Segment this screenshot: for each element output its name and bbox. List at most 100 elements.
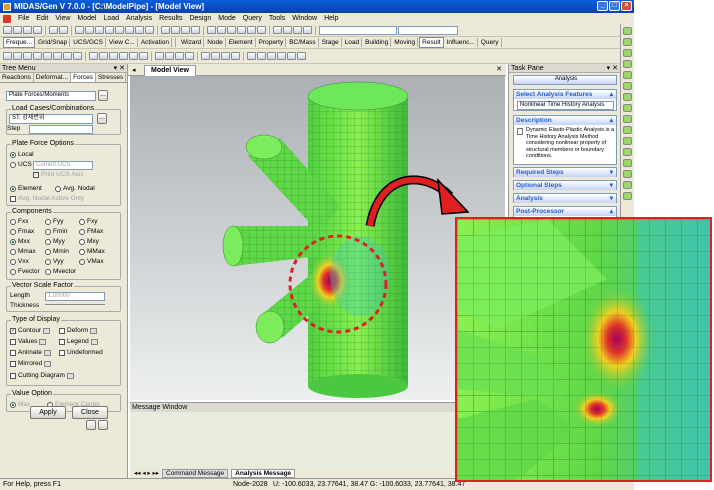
step-select[interactable] [29,125,93,134]
tool-5-icon[interactable] [623,71,632,79]
component-fxy[interactable]: Fxy [79,218,97,225]
result-type-select[interactable]: Plate Forces/Moments [6,91,96,101]
render-icon[interactable] [237,26,246,34]
mesh-icon[interactable] [129,52,138,60]
tab-deformations[interactable]: Deformat... [34,73,72,82]
message-nav-icon[interactable]: ◂◂ ◂ ▸ ▸▸ [134,469,159,477]
spring-icon[interactable] [165,52,174,60]
animate-checkbox[interactable]: Animate [10,349,51,356]
tab-stage[interactable]: Stage [320,38,342,47]
move-icon[interactable] [23,52,32,60]
close-button[interactable]: × [621,1,632,11]
extrude-icon[interactable] [139,52,148,60]
tab-analysis-message[interactable]: Analysis Message [231,468,296,478]
tool-4-icon[interactable] [623,60,632,68]
tab-moving[interactable]: Moving [392,38,419,47]
legend-checkbox[interactable]: Legend [59,338,98,345]
top-view-icon[interactable] [125,26,134,34]
values-settings-icon[interactable] [39,338,47,345]
deform-settings-icon[interactable] [90,327,98,334]
side-view-icon[interactable] [145,26,154,34]
task-category-select[interactable]: Analysis [513,75,617,85]
animate-settings-icon[interactable] [43,349,51,356]
refresh-icon[interactable] [293,26,302,34]
menu-view[interactable]: View [55,15,70,22]
load-case-select[interactable]: ST: 강제변위 [9,114,93,124]
select-icon[interactable] [161,26,170,34]
tool-11-icon[interactable] [623,137,632,145]
component-mmax-abs[interactable]: MMax [79,248,105,255]
tool-10-icon[interactable] [623,126,632,134]
legend-settings-icon[interactable] [90,338,98,345]
values-checkbox[interactable]: Values [10,338,47,345]
pin-close-icon[interactable]: ▾ ✕ [114,64,125,73]
menu-query[interactable]: Query [243,15,262,22]
stress-icon[interactable] [287,52,296,60]
tool-7-icon[interactable] [623,93,632,101]
component-mmin[interactable]: Mmin [45,248,69,255]
component-fmax[interactable]: Fmax [10,228,34,235]
table-export-icon[interactable] [86,420,96,430]
optional-steps-box[interactable]: Optional Steps ▾ [513,180,617,190]
analysis-box[interactable]: Analysis ▾ [513,193,617,203]
tool-6-icon[interactable] [623,82,632,90]
cutting-settings-icon[interactable] [66,372,74,379]
tab-property[interactable]: Property [257,38,287,47]
contour-checkbox[interactable]: ✓ Contour [10,327,51,334]
avg-nodal-active-checkbox[interactable]: Avg. Nodal Active Only [10,195,84,202]
fit-icon[interactable] [105,26,114,34]
component-fvector[interactable]: Fvector [10,268,40,275]
avg-nodal-radio[interactable]: Avg. Nodal [55,185,95,192]
pressure-icon[interactable] [211,52,220,60]
light-icon[interactable] [247,26,256,34]
component-vxx[interactable]: Vxx [10,258,29,265]
tab-bc-mass[interactable]: BC/Mass [287,38,319,47]
ucs-radio[interactable]: UCS [10,161,32,168]
node-number-icon[interactable] [273,26,282,34]
shade-icon[interactable] [217,26,226,34]
link-icon[interactable] [175,52,184,60]
tab-element[interactable]: Element [227,38,256,47]
display-icon[interactable] [257,26,266,34]
zoom-window-icon[interactable] [13,52,22,60]
tab-stresses[interactable]: Stresses [96,73,127,82]
copy-icon[interactable] [43,52,52,60]
tab-model-view[interactable]: Model View [144,65,196,76]
units-combo[interactable] [319,25,397,35]
document-icon[interactable] [3,14,11,23]
menu-edit[interactable]: Edit [36,15,48,22]
select-analysis-features-header[interactable]: Select Analysis Features ▴ [514,90,616,99]
delete-icon[interactable] [33,52,42,60]
component-fmin[interactable]: Fmin [45,228,67,235]
merge-icon[interactable] [73,52,82,60]
undo-icon[interactable] [49,26,58,34]
select-icon[interactable] [3,52,12,60]
menu-load[interactable]: Load [103,15,119,22]
tab-ucs-gcs[interactable]: UCS/GCS [71,38,106,47]
tool-13-icon[interactable] [623,159,632,167]
tool-15-icon[interactable] [623,181,632,189]
menu-analysis[interactable]: Analysis [126,15,152,22]
component-mmax[interactable]: Mmax [10,248,36,255]
element-radio[interactable]: Element [10,185,42,192]
mirror-icon[interactable] [53,52,62,60]
minimize-button[interactable]: _ [597,1,608,11]
front-view-icon[interactable] [135,26,144,34]
tab-command-message[interactable]: Command Message [162,468,229,478]
regen-icon[interactable] [303,26,312,34]
max-radio[interactable]: Max [10,401,30,408]
redo-icon[interactable] [59,26,68,34]
component-fmax-abs[interactable]: FMax [79,228,103,235]
menu-window[interactable]: Window [292,15,317,22]
save-icon[interactable] [23,26,32,34]
plate-icon[interactable] [109,52,118,60]
menu-results[interactable]: Results [159,15,182,22]
mirrored-checkbox[interactable]: Mirrored [10,360,52,367]
undeformed-checkbox[interactable]: Undeformed [59,349,103,356]
hidden-icon[interactable] [207,26,216,34]
tool-8-icon[interactable] [623,104,632,112]
rotate-icon[interactable] [95,26,104,34]
model-view-canvas[interactable] [130,76,505,400]
menu-mode[interactable]: Mode [218,15,236,22]
tool-12-icon[interactable] [623,148,632,156]
